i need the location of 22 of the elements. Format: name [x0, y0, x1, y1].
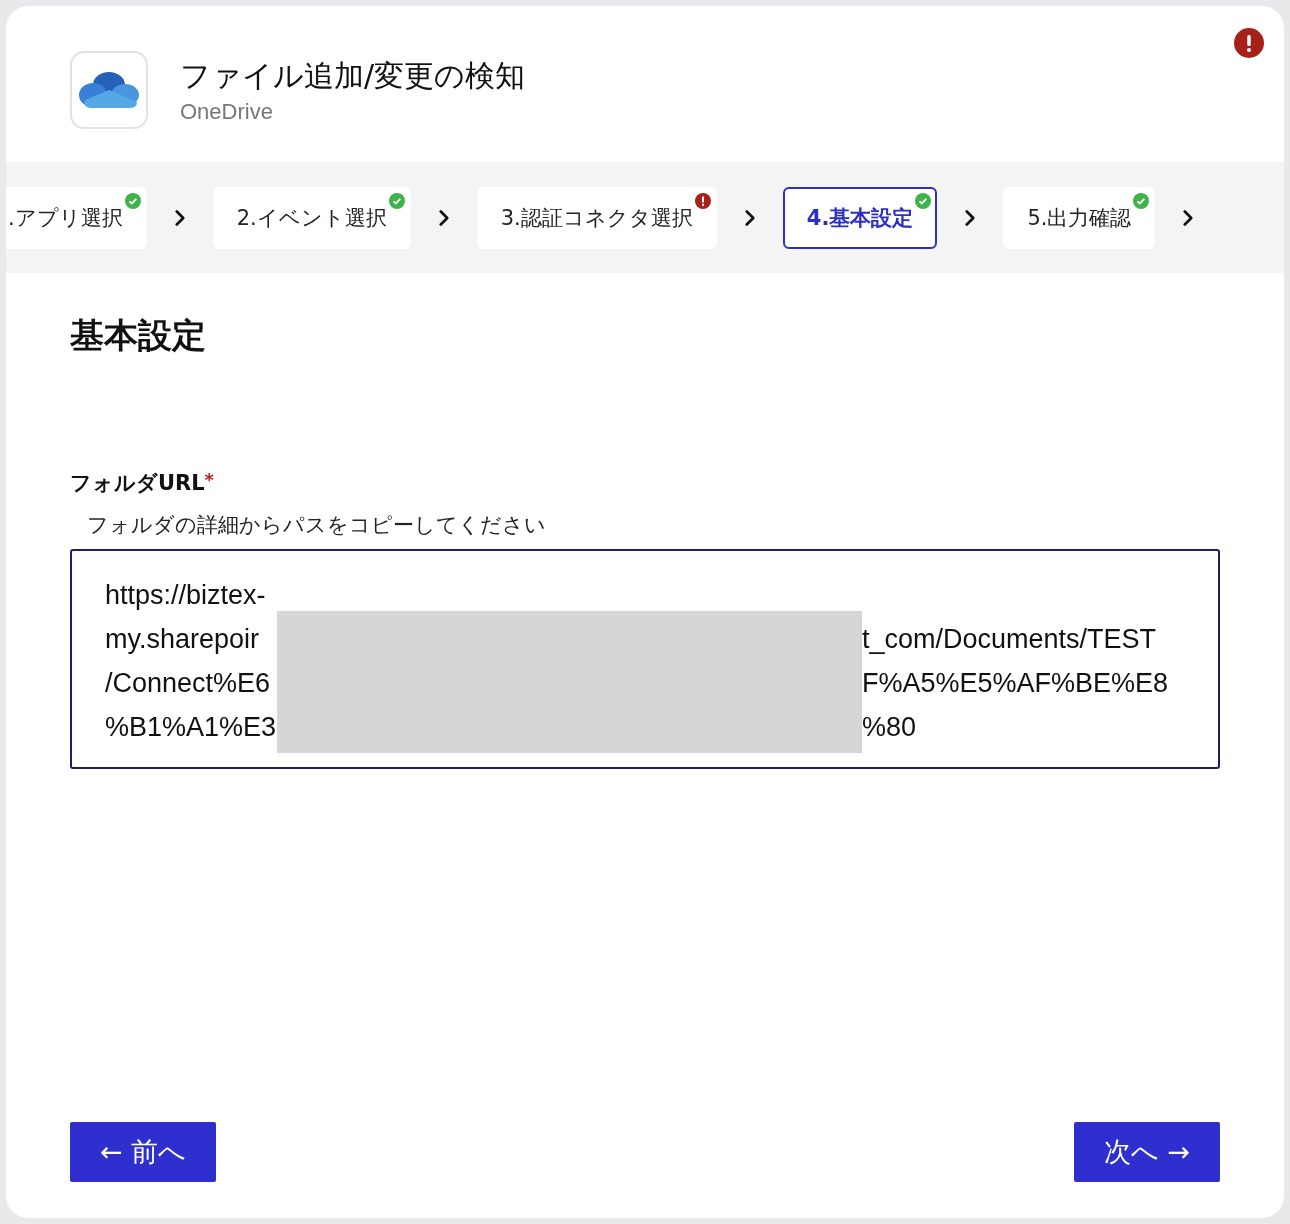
url-text: %80: [862, 711, 918, 743]
field-hint: フォルダの詳細からパスをコピーしてください: [87, 512, 547, 539]
step-tab[interactable]: .アプリ選択: [6, 186, 147, 249]
url-text: t_com/Documents/TEST: [862, 623, 1158, 655]
step-tab[interactable]: 3.認証コネクタ選択: [476, 186, 717, 249]
url-text: /Connect%E6: [105, 667, 272, 699]
app-name: OneDrive: [180, 98, 274, 125]
url-field[interactable]: https://biztex- my.sharepoir t_com/Documents/TEST /Connect%E6 F%A5%E5%AF%BE%E8 %B1%A1%E3 %80: [70, 549, 1220, 769]
step-tab[interactable]: 2.イベント選択: [212, 186, 411, 249]
step-tab[interactable]: 4.基本設定: [782, 186, 938, 249]
url-text: %B1%A1%E3: [105, 711, 277, 743]
next-button[interactable]: 次へ →: [1074, 1122, 1220, 1182]
url-text: https://biztex-: [105, 579, 267, 611]
required-mark: *: [204, 469, 215, 490]
url-text: my.sharepoir: [105, 623, 261, 655]
section-title: 基本設定: [70, 314, 207, 357]
step-tab[interactable]: 5.出力確認: [1003, 186, 1156, 249]
trigger-title: ファイル追加/変更の検知: [180, 56, 526, 95]
field-label: フォルダURL*: [70, 469, 216, 497]
url-text: F%A5%E5%AF%BE%E8: [862, 667, 1170, 699]
back-button[interactable]: ← 前へ: [70, 1122, 216, 1182]
cloud-icon: [79, 70, 139, 110]
